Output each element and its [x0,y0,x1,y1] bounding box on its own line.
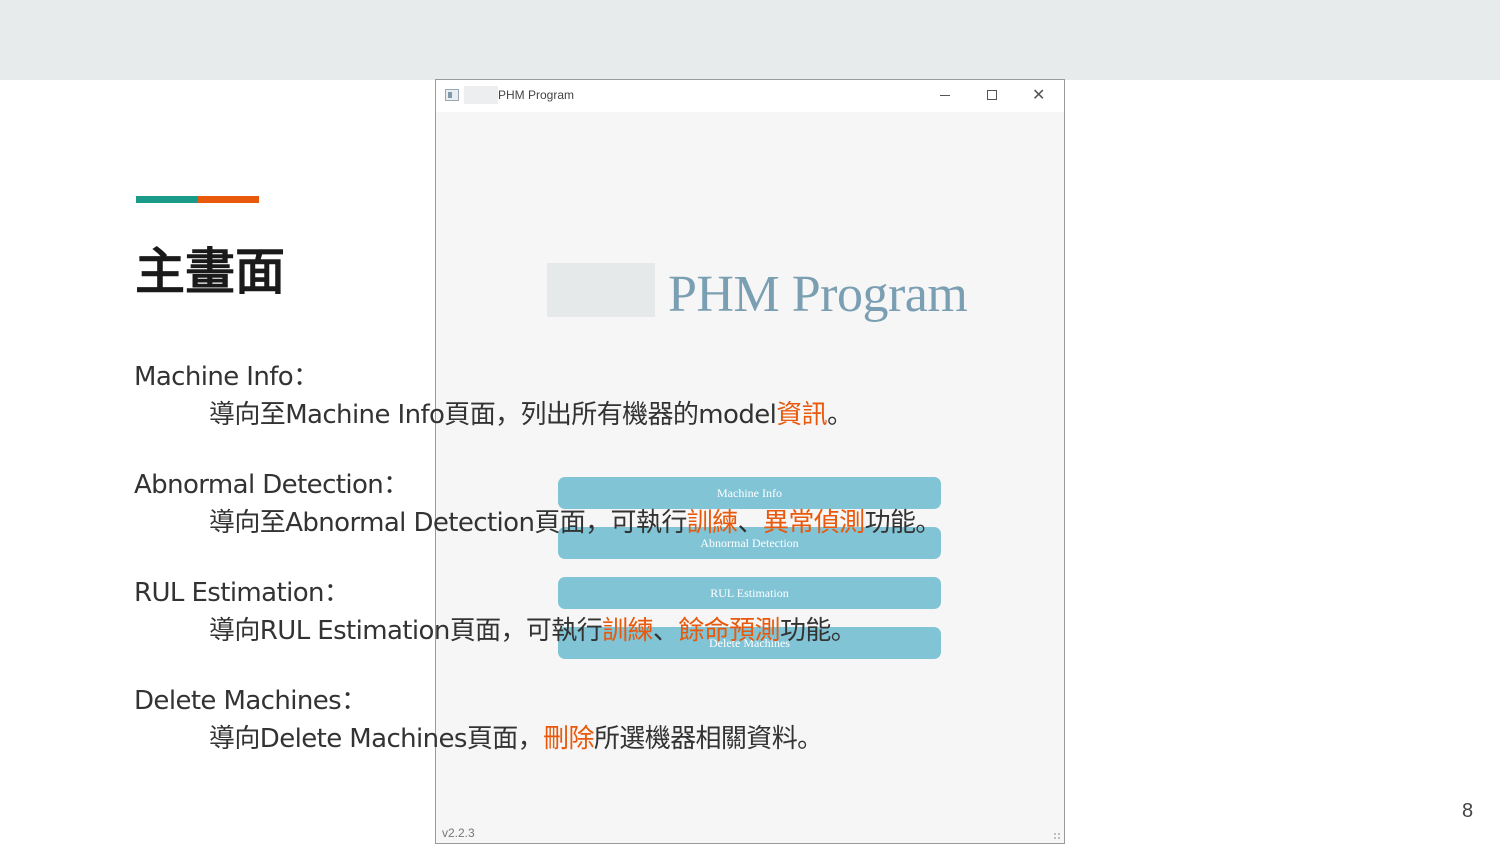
item-heading-rul-estimation: RUL Estimation： [134,578,350,608]
item-desc-delete-machines: 導向Delete Machines頁面，刪除所選機器相關資料。 [209,724,823,754]
accent-bar-orange [198,196,259,203]
close-icon: ✕ [1032,85,1046,104]
item-heading-machine-info: Machine Info： [134,362,319,392]
item-desc-rul-estimation: 導向RUL Estimation頁面，可執行訓練、餘命預測功能。 [209,616,857,646]
slide-top-band [0,0,1500,80]
item-heading-delete-machines: Delete Machines： [134,686,367,716]
close-button[interactable]: ✕ [1016,80,1062,112]
item-desc-abnormal-detection: 導向至Abnormal Detection頁面，可執行訓練、異常偵測功能。 [209,508,941,538]
logo-placeholder [547,263,655,317]
maximize-icon [987,90,997,100]
item-heading-abnormal-detection: Abnormal Detection： [134,470,409,500]
page-number: 8 [1462,800,1474,822]
item-desc-machine-info: 導向至Machine Info頁面，列出所有機器的model資訊。 [209,400,853,430]
app-icon [445,89,459,101]
window-title: PHM Program [498,88,575,102]
app-title: PHM Program [668,266,968,323]
redacted-area [464,86,498,104]
accent-bar-teal [136,196,198,203]
maximize-button[interactable] [969,80,1015,112]
minimize-button[interactable] [922,80,968,112]
resize-grip-icon[interactable] [1053,832,1061,840]
version-label: v2.2.3 [442,826,475,840]
rul-estimation-button[interactable]: RUL Estimation [558,577,941,609]
window-titlebar: PHM Program ✕ [436,80,1064,112]
minimize-icon [940,95,950,96]
slide-title: 主畫面 [135,243,285,301]
